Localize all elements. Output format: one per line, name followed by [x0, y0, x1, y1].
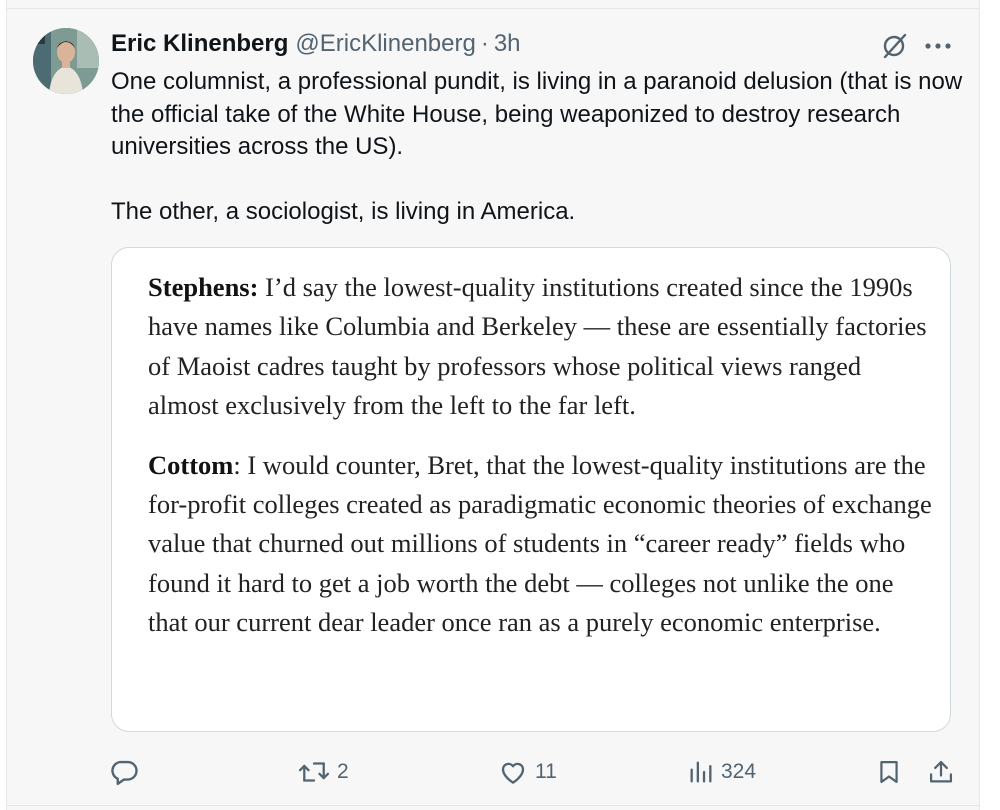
separator-dot: ·: [480, 30, 489, 57]
tweet-paragraph: One columnist, a professional pundit, is…: [111, 68, 963, 160]
divider: [7, 8, 979, 9]
views-icon: [690, 761, 712, 783]
share-icon: [929, 760, 953, 783]
excerpt-block: Cottom: I would counter, Bret, that the …: [148, 446, 938, 643]
retweet-count: 2: [337, 760, 349, 783]
speaker-name: Cottom: [148, 449, 234, 480]
bookmark-icon: [880, 760, 898, 784]
tweet-header: Eric Klinenberg @EricKlinenberg · 3h: [111, 30, 521, 62]
bookmark-button[interactable]: [875, 756, 903, 788]
author-name[interactable]: Eric Klinenberg: [111, 30, 288, 58]
tweet-text: One columnist, a professional pundit, is…: [111, 66, 971, 229]
excerpt-text: I’d say the lowest-quality institutions …: [148, 272, 927, 421]
views-button[interactable]: 324: [687, 756, 756, 788]
divider: [7, 805, 979, 806]
grok-icon[interactable]: [879, 31, 909, 61]
retweet-icon: [298, 762, 330, 782]
quoted-excerpt: Stephens: I’d say the lowest-quality ins…: [148, 268, 938, 643]
reply-button[interactable]: [109, 756, 145, 788]
retweet-button[interactable]: 2: [297, 756, 349, 788]
author-handle[interactable]: @EricKlinenberg: [295, 30, 475, 58]
tweet-container: Eric Klinenberg @EricKlinenberg · 3h One…: [6, 0, 980, 810]
views-count: 324: [721, 760, 757, 783]
reply-icon: [111, 760, 138, 786]
author-avatar[interactable]: [33, 28, 99, 94]
attached-image[interactable]: Stephens: I’d say the lowest-quality ins…: [111, 247, 951, 732]
action-bar: 2 11 324: [7, 750, 979, 794]
excerpt-block: Stephens: I’d say the lowest-quality ins…: [148, 268, 938, 426]
like-icon: [501, 762, 525, 784]
excerpt-text: : I would counter, Bret, that the lowest…: [148, 449, 932, 638]
share-button[interactable]: [927, 756, 955, 788]
like-button[interactable]: 11: [497, 756, 557, 788]
speaker-name: Stephens:: [148, 272, 259, 302]
more-options-icon[interactable]: [921, 31, 955, 61]
like-count: 11: [535, 760, 557, 783]
timestamp[interactable]: 3h: [494, 30, 521, 58]
tweet-paragraph: The other, a sociologist, is living in A…: [111, 198, 576, 225]
avatar-photo: [33, 28, 99, 94]
